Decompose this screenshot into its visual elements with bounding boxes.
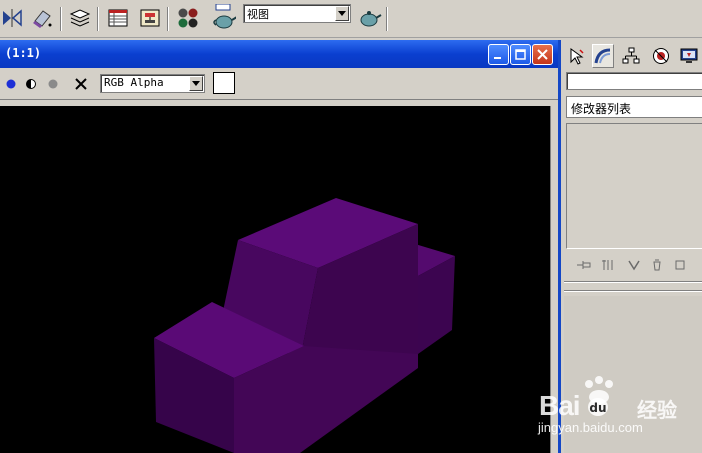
watermark: Bai du 经验 jingyan.baidu.com [535, 375, 702, 445]
hierarchy-icon [622, 47, 640, 64]
end-result-icon [602, 260, 613, 270]
render-viewport[interactable] [0, 106, 550, 453]
bend-modifier-icon [594, 48, 611, 64]
enable-rgb-channel-button[interactable] [2, 75, 20, 93]
layer-manager-button[interactable] [68, 6, 92, 30]
motion-icon [653, 48, 669, 64]
window-title: (1:1) [5, 46, 42, 60]
mirror-button[interactable] [0, 6, 24, 30]
tab-hierarchy[interactable] [620, 44, 642, 68]
render-type-dropdown[interactable]: 视图 [243, 4, 351, 23]
filled-circle-icon [6, 79, 16, 89]
minimize-icon [494, 57, 501, 59]
pin-stack-button[interactable] [576, 257, 592, 273]
cursor-arrow-icon [570, 48, 584, 65]
tab-display[interactable] [678, 44, 700, 68]
svg-text:du: du [589, 401, 606, 415]
configure-icon [675, 260, 685, 270]
clear-button[interactable] [72, 75, 90, 93]
minimize-button[interactable] [488, 44, 509, 65]
quick-render-teapot-icon [360, 11, 382, 27]
panel-divider [564, 290, 702, 292]
chevron-down-icon[interactable] [189, 76, 203, 91]
color-swatch[interactable] [213, 72, 235, 94]
rendered-object [154, 198, 455, 453]
align-button[interactable] [30, 6, 54, 30]
mirror-icon [3, 9, 22, 27]
remove-modifier-button[interactable] [649, 257, 665, 273]
schematic-icon [140, 9, 160, 27]
x-icon [75, 78, 87, 90]
quick-render-button[interactable] [358, 6, 382, 30]
close-icon [537, 49, 548, 60]
chevron-down-icon[interactable] [335, 6, 349, 21]
modifier-list-label: 修改器列表 [571, 102, 632, 116]
curve-editor-button[interactable] [106, 6, 130, 30]
object-name-field[interactable] [566, 72, 702, 90]
tab-create[interactable] [566, 44, 588, 68]
monochrome-button[interactable] [44, 75, 62, 93]
render-scene-button[interactable] [212, 4, 236, 30]
stack-tools [566, 254, 702, 276]
toolbar-separator [60, 7, 62, 31]
align-icon [33, 10, 52, 28]
frame-toolbar: RGB Alpha [0, 68, 558, 100]
render-type-value: 视图 [247, 8, 269, 21]
channel-value: RGB Alpha [104, 76, 164, 89]
monitor-icon [680, 48, 698, 63]
show-end-result-button[interactable] [600, 257, 616, 273]
trash-icon [653, 259, 661, 271]
du-paw-icon: du [588, 398, 608, 416]
grey-circle-icon [48, 79, 58, 89]
main-toolbar: 视图 [0, 0, 702, 38]
modifier-list-dropdown[interactable]: 修改器列表 [566, 96, 702, 118]
window-titlebar[interactable]: (1:1) [0, 40, 558, 68]
watermark-url: jingyan.baidu.com [538, 420, 643, 435]
make-unique-button[interactable] [626, 257, 642, 273]
maximize-button[interactable] [510, 44, 531, 65]
configure-sets-button[interactable] [672, 257, 688, 273]
watermark-brand: Bai [539, 390, 581, 421]
layers-icon [69, 9, 91, 27]
toolbar-separator [167, 7, 169, 31]
display-alpha-button[interactable] [22, 75, 40, 93]
toolbar-separator [97, 7, 99, 31]
toolbar-separator [386, 7, 388, 31]
half-circle-icon [26, 79, 36, 89]
3dsmax-workspace: 视图 (1:1) RGB Alpha 修改器列表 Bai du 经验 jingy… [0, 0, 702, 453]
channel-dropdown[interactable]: RGB Alpha [100, 74, 205, 93]
make-unique-icon [628, 260, 640, 271]
rendered-frame-window: (1:1) RGB Alpha [0, 40, 561, 453]
tab-motion[interactable] [650, 44, 672, 68]
panel-divider [564, 281, 702, 283]
maximize-icon [515, 49, 526, 60]
pin-icon [577, 261, 591, 269]
modifier-stack[interactable] [566, 123, 702, 249]
material-editor-button[interactable] [176, 6, 200, 30]
schematic-view-button[interactable] [138, 6, 162, 30]
close-button[interactable] [532, 44, 553, 65]
render-teapot-icon [213, 4, 236, 29]
tab-modify[interactable] [592, 44, 614, 68]
watermark-brand-suffix: 经验 [637, 398, 677, 422]
material-spheres-icon [178, 8, 198, 28]
spreadsheet-icon [108, 9, 128, 27]
